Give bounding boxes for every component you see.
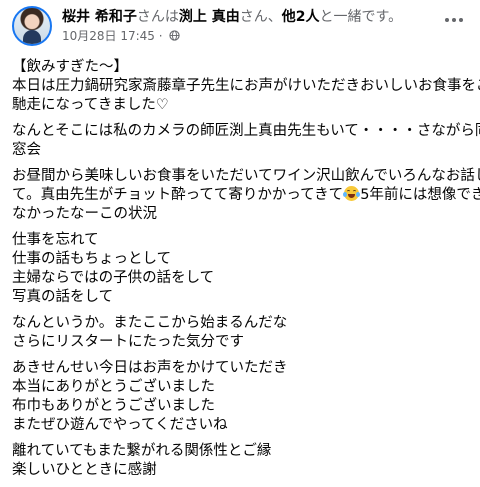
others-link[interactable]: 他2人 <box>282 9 320 25</box>
text-line: またぜひ遊んでやってくださいね <box>12 417 228 433</box>
paragraph-6: あきせんせい今日はお声をかけていただき 本当にありがとうございました 布巾もあり… <box>12 359 468 435</box>
post-meta: 10月28日 17:45 · <box>62 28 181 44</box>
text-line: 仕事の話もちょっとして <box>12 251 172 267</box>
text-line: お昼間から美味しいお食事をいただいてワイン沢山飲んでいろんなお話し <box>12 168 480 184</box>
paragraph-2: なんとそこには私のカメラの師匠渕上真由先生もいて・・・・さながら同 窓会 <box>12 122 480 160</box>
text-line: あきせんせい今日はお声をかけていただき <box>12 360 288 376</box>
avatar-figure <box>23 30 41 44</box>
meta-separator: · <box>158 29 163 43</box>
paragraph-4: 仕事を忘れて 仕事の話もちょっとして 主婦ならではの子供の話をして 写真の話をし… <box>12 231 468 307</box>
paragraph-7: 離れていてもまた繋がれる関係性とご縁 楽しいひとときに感謝 <box>12 442 468 480</box>
author-avatar[interactable] <box>12 6 52 46</box>
with-middle: さん、 <box>239 9 282 25</box>
tagged-person[interactable]: 渕上 真由 <box>179 9 240 25</box>
with-suffix: と一緒です。 <box>319 9 403 25</box>
paragraph-5: なんというか。またここから始まるんだな さらにリスタートにたった気分です <box>12 314 468 352</box>
facebook-post: 桜井 希和子さんは渕上 真由さん、他2人と一緒です。 10月28日 17:45 … <box>0 0 480 478</box>
more-options-icon[interactable] <box>440 10 468 30</box>
text-segment: て。真由先生がチョット酔ってて寄りかかってきて <box>12 187 344 203</box>
text-line: 仕事を忘れて <box>12 232 99 248</box>
laughing-tears-emoji-icon <box>343 186 361 201</box>
text-line: 馳走になってきました♡ <box>12 97 169 113</box>
text-line: なんというか。またここから始まるんだな <box>12 315 288 331</box>
globe-icon[interactable] <box>169 30 181 41</box>
text-line: 写真の話をして <box>12 289 114 305</box>
post-heading: 桜井 希和子さんは渕上 真由さん、他2人と一緒です。 <box>62 8 462 26</box>
text-line: 楽しいひとときに感謝 <box>12 462 157 478</box>
post-body: 【飲みすぎた〜】 本日は圧力鍋研究家斎藤章子先生にお声がけいただきおいしいお食事… <box>12 58 480 487</box>
text-line: 離れていてもまた繋がれる関係性とご縁 <box>12 443 272 459</box>
paragraph-1: 【飲みすぎた〜】 本日は圧力鍋研究家斎藤章子先生にお声がけいただきおいしいお食事… <box>12 58 480 115</box>
with-prefix: さんは <box>136 9 179 25</box>
text-line: 布巾もありがとうございました <box>12 398 215 414</box>
text-line: 主婦ならではの子供の話をして <box>12 270 215 286</box>
paragraph-3: お昼間から美味しいお食事をいただいてワイン沢山飲んでいろんなお話し て。真由先生… <box>12 167 480 224</box>
text-line: なかったなーこの状況 <box>12 206 157 222</box>
author-name[interactable]: 桜井 希和子 <box>62 9 137 25</box>
post-header: 桜井 希和子さんは渕上 真由さん、他2人と一緒です。 10月28日 17:45 … <box>12 6 468 46</box>
text-line: 本当にありがとうございました <box>12 379 215 395</box>
timestamp-link[interactable]: 10月28日 17:45 <box>62 29 155 43</box>
text-segment: 5年前には想像でき <box>360 187 480 203</box>
text-line: 本日は圧力鍋研究家斎藤章子先生にお声がけいただきおいしいお食事をご <box>12 78 480 94</box>
text-line: なんとそこには私のカメラの師匠渕上真由先生もいて・・・・さながら同 <box>12 123 480 139</box>
text-line: さらにリスタートにたった気分です <box>12 334 244 350</box>
text-line: 【飲みすぎた〜】 <box>12 59 128 75</box>
text-line: 窓会 <box>12 142 41 158</box>
text-line-with-emoji: て。真由先生がチョット酔ってて寄りかかってきて 5年前には想像でき <box>12 186 480 205</box>
